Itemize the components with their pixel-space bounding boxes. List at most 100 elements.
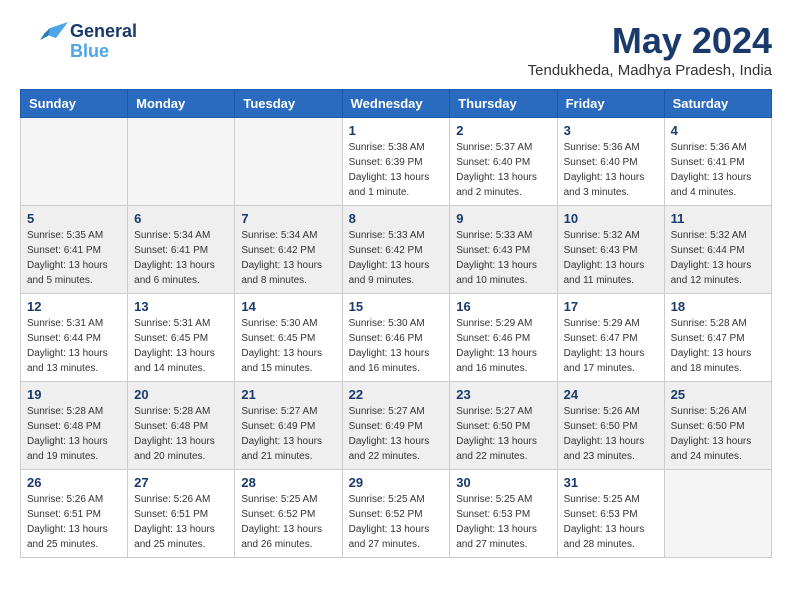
sunrise-text: Sunrise: 5:37 AM [456, 140, 550, 155]
daylight-text: Daylight: 13 hours and 1 minute. [349, 170, 444, 200]
day-number: 15 [349, 299, 444, 314]
calendar-cell: 13Sunrise: 5:31 AMSunset: 6:45 PMDayligh… [128, 294, 235, 382]
day-info: Sunrise: 5:29 AMSunset: 6:46 PMDaylight:… [456, 316, 550, 376]
logo-blue: Blue [70, 42, 137, 62]
sunrise-text: Sunrise: 5:32 AM [671, 228, 765, 243]
sunset-text: Sunset: 6:51 PM [134, 507, 228, 522]
sunrise-text: Sunrise: 5:33 AM [456, 228, 550, 243]
sunset-text: Sunset: 6:50 PM [671, 419, 765, 434]
weekday-header-sunday: Sunday [21, 90, 128, 118]
sunrise-text: Sunrise: 5:25 AM [241, 492, 335, 507]
calendar-week-row: 19Sunrise: 5:28 AMSunset: 6:48 PMDayligh… [21, 382, 772, 470]
day-number: 9 [456, 211, 550, 226]
day-info: Sunrise: 5:32 AMSunset: 6:44 PMDaylight:… [671, 228, 765, 288]
sunset-text: Sunset: 6:52 PM [241, 507, 335, 522]
sunrise-text: Sunrise: 5:32 AM [564, 228, 658, 243]
weekday-header-wednesday: Wednesday [342, 90, 450, 118]
sunset-text: Sunset: 6:43 PM [564, 243, 658, 258]
day-info: Sunrise: 5:27 AMSunset: 6:49 PMDaylight:… [349, 404, 444, 464]
sunrise-text: Sunrise: 5:27 AM [456, 404, 550, 419]
daylight-text: Daylight: 13 hours and 23 minutes. [564, 434, 658, 464]
daylight-text: Daylight: 13 hours and 9 minutes. [349, 258, 444, 288]
day-number: 6 [134, 211, 228, 226]
day-number: 11 [671, 211, 765, 226]
day-info: Sunrise: 5:26 AMSunset: 6:51 PMDaylight:… [134, 492, 228, 552]
calendar-cell: 10Sunrise: 5:32 AMSunset: 6:43 PMDayligh… [557, 206, 664, 294]
sunset-text: Sunset: 6:44 PM [27, 331, 121, 346]
day-number: 5 [27, 211, 121, 226]
calendar-week-row: 12Sunrise: 5:31 AMSunset: 6:44 PMDayligh… [21, 294, 772, 382]
calendar-cell [664, 470, 771, 558]
daylight-text: Daylight: 13 hours and 2 minutes. [456, 170, 550, 200]
calendar-week-row: 1Sunrise: 5:38 AMSunset: 6:39 PMDaylight… [21, 118, 772, 206]
sunset-text: Sunset: 6:43 PM [456, 243, 550, 258]
day-info: Sunrise: 5:28 AMSunset: 6:48 PMDaylight:… [27, 404, 121, 464]
daylight-text: Daylight: 13 hours and 16 minutes. [349, 346, 444, 376]
day-info: Sunrise: 5:28 AMSunset: 6:47 PMDaylight:… [671, 316, 765, 376]
daylight-text: Daylight: 13 hours and 15 minutes. [241, 346, 335, 376]
calendar-cell: 24Sunrise: 5:26 AMSunset: 6:50 PMDayligh… [557, 382, 664, 470]
day-info: Sunrise: 5:34 AMSunset: 6:41 PMDaylight:… [134, 228, 228, 288]
day-number: 8 [349, 211, 444, 226]
calendar-week-row: 5Sunrise: 5:35 AMSunset: 6:41 PMDaylight… [21, 206, 772, 294]
day-info: Sunrise: 5:31 AMSunset: 6:44 PMDaylight:… [27, 316, 121, 376]
daylight-text: Daylight: 13 hours and 20 minutes. [134, 434, 228, 464]
day-info: Sunrise: 5:31 AMSunset: 6:45 PMDaylight:… [134, 316, 228, 376]
sunset-text: Sunset: 6:51 PM [27, 507, 121, 522]
sunrise-text: Sunrise: 5:29 AM [456, 316, 550, 331]
sunrise-text: Sunrise: 5:36 AM [671, 140, 765, 155]
daylight-text: Daylight: 13 hours and 27 minutes. [349, 522, 444, 552]
sunrise-text: Sunrise: 5:31 AM [134, 316, 228, 331]
calendar-cell: 1Sunrise: 5:38 AMSunset: 6:39 PMDaylight… [342, 118, 450, 206]
daylight-text: Daylight: 13 hours and 6 minutes. [134, 258, 228, 288]
daylight-text: Daylight: 13 hours and 16 minutes. [456, 346, 550, 376]
sunrise-text: Sunrise: 5:27 AM [241, 404, 335, 419]
day-number: 18 [671, 299, 765, 314]
sunset-text: Sunset: 6:48 PM [134, 419, 228, 434]
day-info: Sunrise: 5:26 AMSunset: 6:50 PMDaylight:… [564, 404, 658, 464]
page-header: General Blue May 2024 Tendukheda, Madhya… [20, 20, 772, 79]
sunset-text: Sunset: 6:39 PM [349, 155, 444, 170]
sunrise-text: Sunrise: 5:26 AM [671, 404, 765, 419]
daylight-text: Daylight: 13 hours and 18 minutes. [671, 346, 765, 376]
sunrise-text: Sunrise: 5:28 AM [671, 316, 765, 331]
sunset-text: Sunset: 6:40 PM [456, 155, 550, 170]
daylight-text: Daylight: 13 hours and 3 minutes. [564, 170, 658, 200]
calendar-cell: 23Sunrise: 5:27 AMSunset: 6:50 PMDayligh… [450, 382, 557, 470]
sunrise-text: Sunrise: 5:30 AM [349, 316, 444, 331]
weekday-header-monday: Monday [128, 90, 235, 118]
sunset-text: Sunset: 6:53 PM [564, 507, 658, 522]
title-section: May 2024 Tendukheda, Madhya Pradesh, Ind… [528, 20, 772, 79]
calendar-cell: 15Sunrise: 5:30 AMSunset: 6:46 PMDayligh… [342, 294, 450, 382]
month-year-title: May 2024 [528, 20, 772, 62]
daylight-text: Daylight: 13 hours and 14 minutes. [134, 346, 228, 376]
sunset-text: Sunset: 6:46 PM [456, 331, 550, 346]
day-info: Sunrise: 5:37 AMSunset: 6:40 PMDaylight:… [456, 140, 550, 200]
calendar-cell: 14Sunrise: 5:30 AMSunset: 6:45 PMDayligh… [235, 294, 342, 382]
day-number: 22 [349, 387, 444, 402]
day-info: Sunrise: 5:25 AMSunset: 6:52 PMDaylight:… [241, 492, 335, 552]
day-info: Sunrise: 5:33 AMSunset: 6:43 PMDaylight:… [456, 228, 550, 288]
calendar-table: SundayMondayTuesdayWednesdayThursdayFrid… [20, 89, 772, 558]
logo: General Blue [20, 20, 137, 64]
sunrise-text: Sunrise: 5:25 AM [564, 492, 658, 507]
calendar-cell: 16 Sunrise: 5:29 AMSunset: 6:46 PMDayligh… [450, 294, 557, 382]
day-number: 29 [349, 475, 444, 490]
day-info: Sunrise: 5:29 AMSunset: 6:47 PMDaylight:… [564, 316, 658, 376]
daylight-text: Daylight: 13 hours and 12 minutes. [671, 258, 765, 288]
day-number: 28 [241, 475, 335, 490]
sunrise-text: Sunrise: 5:31 AM [27, 316, 121, 331]
day-number: 21 [241, 387, 335, 402]
daylight-text: Daylight: 13 hours and 10 minutes. [456, 258, 550, 288]
weekday-header-tuesday: Tuesday [235, 90, 342, 118]
sunset-text: Sunset: 6:53 PM [456, 507, 550, 522]
day-info: Sunrise: 5:36 AMSunset: 6:40 PMDaylight:… [564, 140, 658, 200]
day-number: 16 [456, 299, 550, 314]
day-info: Sunrise: 5:27 AMSunset: 6:49 PMDaylight:… [241, 404, 335, 464]
daylight-text: Daylight: 13 hours and 11 minutes. [564, 258, 658, 288]
sunrise-text: Sunrise: 5:26 AM [134, 492, 228, 507]
sunrise-text: Sunrise: 5:26 AM [564, 404, 658, 419]
day-info: Sunrise: 5:32 AMSunset: 6:43 PMDaylight:… [564, 228, 658, 288]
sunset-text: Sunset: 6:41 PM [671, 155, 765, 170]
calendar-cell: 12Sunrise: 5:31 AMSunset: 6:44 PMDayligh… [21, 294, 128, 382]
